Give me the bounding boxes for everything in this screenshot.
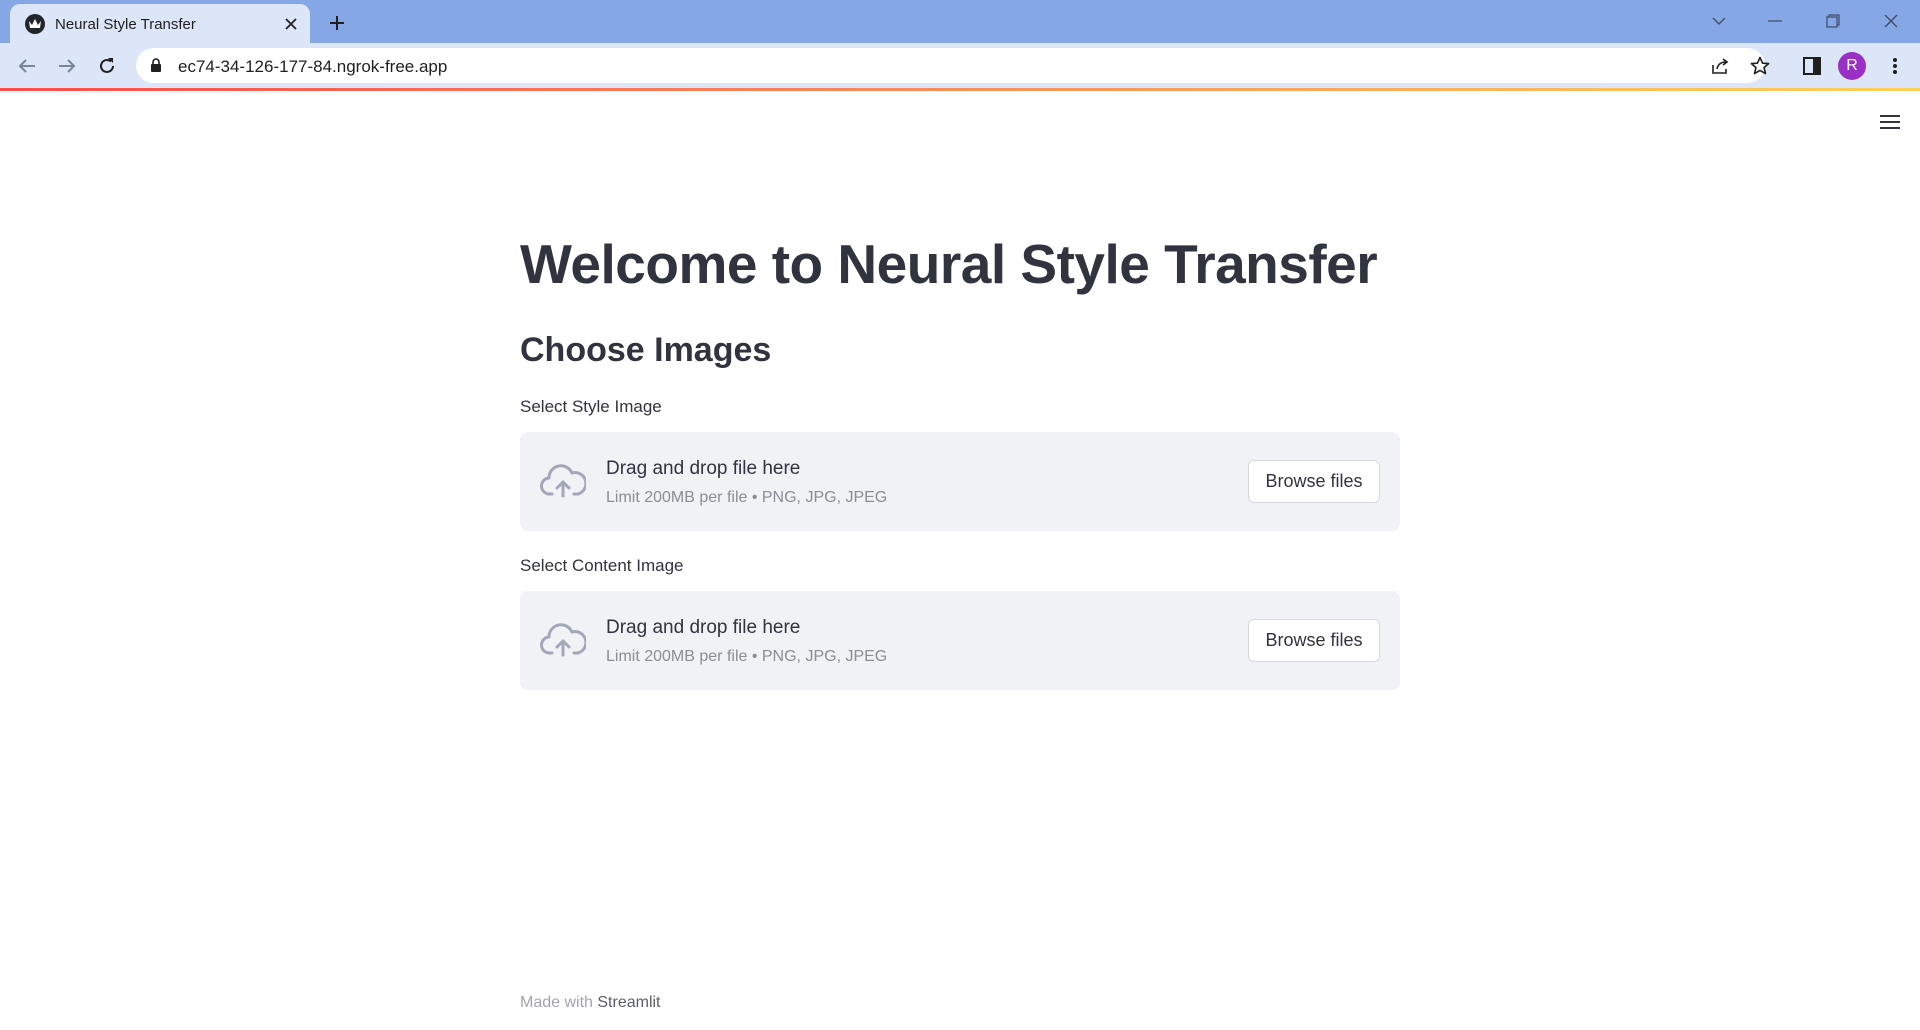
browser-toolbar: ec74-34-126-177-84.ngrok-free.app R xyxy=(0,43,1920,88)
browser-tabstrip: Neural Style Transfer xyxy=(0,0,1920,43)
cloud-upload-icon xyxy=(540,621,588,659)
chevron-down-icon[interactable] xyxy=(1696,6,1742,36)
footer-prefix: Made with xyxy=(520,994,593,1011)
content-image-label: Select Content Image xyxy=(520,556,684,575)
streamlit-crown-icon xyxy=(25,14,45,34)
arrow-right-icon[interactable] xyxy=(52,51,82,81)
dropzone-title: Drag and drop file here xyxy=(606,617,801,638)
style-image-label: Select Style Image xyxy=(520,397,662,416)
content-image-dropzone[interactable]: Drag and drop file here Limit 200MB per … xyxy=(520,591,1400,690)
browser-tab[interactable]: Neural Style Transfer xyxy=(10,4,310,43)
dropzone-limit: Limit 200MB per file • PNG, JPG, JPEG xyxy=(606,648,888,665)
lock-icon[interactable] xyxy=(150,58,162,78)
dropzone-limit: Limit 200MB per file • PNG, JPG, JPEG xyxy=(606,489,888,506)
minimize-icon[interactable] xyxy=(1752,6,1798,36)
section-subheader: Choose Images xyxy=(520,331,772,369)
star-icon[interactable] xyxy=(1747,54,1773,78)
side-panel-icon[interactable] xyxy=(1797,51,1827,81)
page-title: Welcome to Neural Style Transfer xyxy=(520,233,1378,295)
window-close-icon[interactable] xyxy=(1868,6,1914,36)
tab-title: Neural Style Transfer xyxy=(55,16,196,33)
style-image-dropzone[interactable]: Drag and drop file here Limit 200MB per … xyxy=(520,432,1400,531)
kebab-menu-icon[interactable] xyxy=(1880,51,1910,81)
browse-files-button[interactable]: Browse files xyxy=(1248,460,1380,503)
address-bar[interactable]: ec74-34-126-177-84.ngrok-free.app xyxy=(136,48,1770,83)
reload-icon[interactable] xyxy=(92,51,122,81)
plus-icon[interactable] xyxy=(324,10,350,36)
hamburger-icon[interactable] xyxy=(1876,110,1904,134)
profile-avatar[interactable]: R xyxy=(1838,52,1866,80)
url-text[interactable]: ec74-34-126-177-84.ngrok-free.app xyxy=(178,57,447,77)
close-icon[interactable] xyxy=(280,13,302,35)
footer: Made with Streamlit xyxy=(520,994,661,1012)
arrow-left-icon[interactable] xyxy=(12,51,42,81)
dropzone-title: Drag and drop file here xyxy=(606,458,801,479)
cloud-upload-icon xyxy=(540,462,588,500)
share-icon[interactable] xyxy=(1707,54,1733,78)
streamlit-decoration-bar xyxy=(0,88,1920,91)
streamlit-link[interactable]: Streamlit xyxy=(597,994,660,1011)
restore-icon[interactable] xyxy=(1810,6,1856,36)
browse-files-button[interactable]: Browse files xyxy=(1248,619,1380,662)
